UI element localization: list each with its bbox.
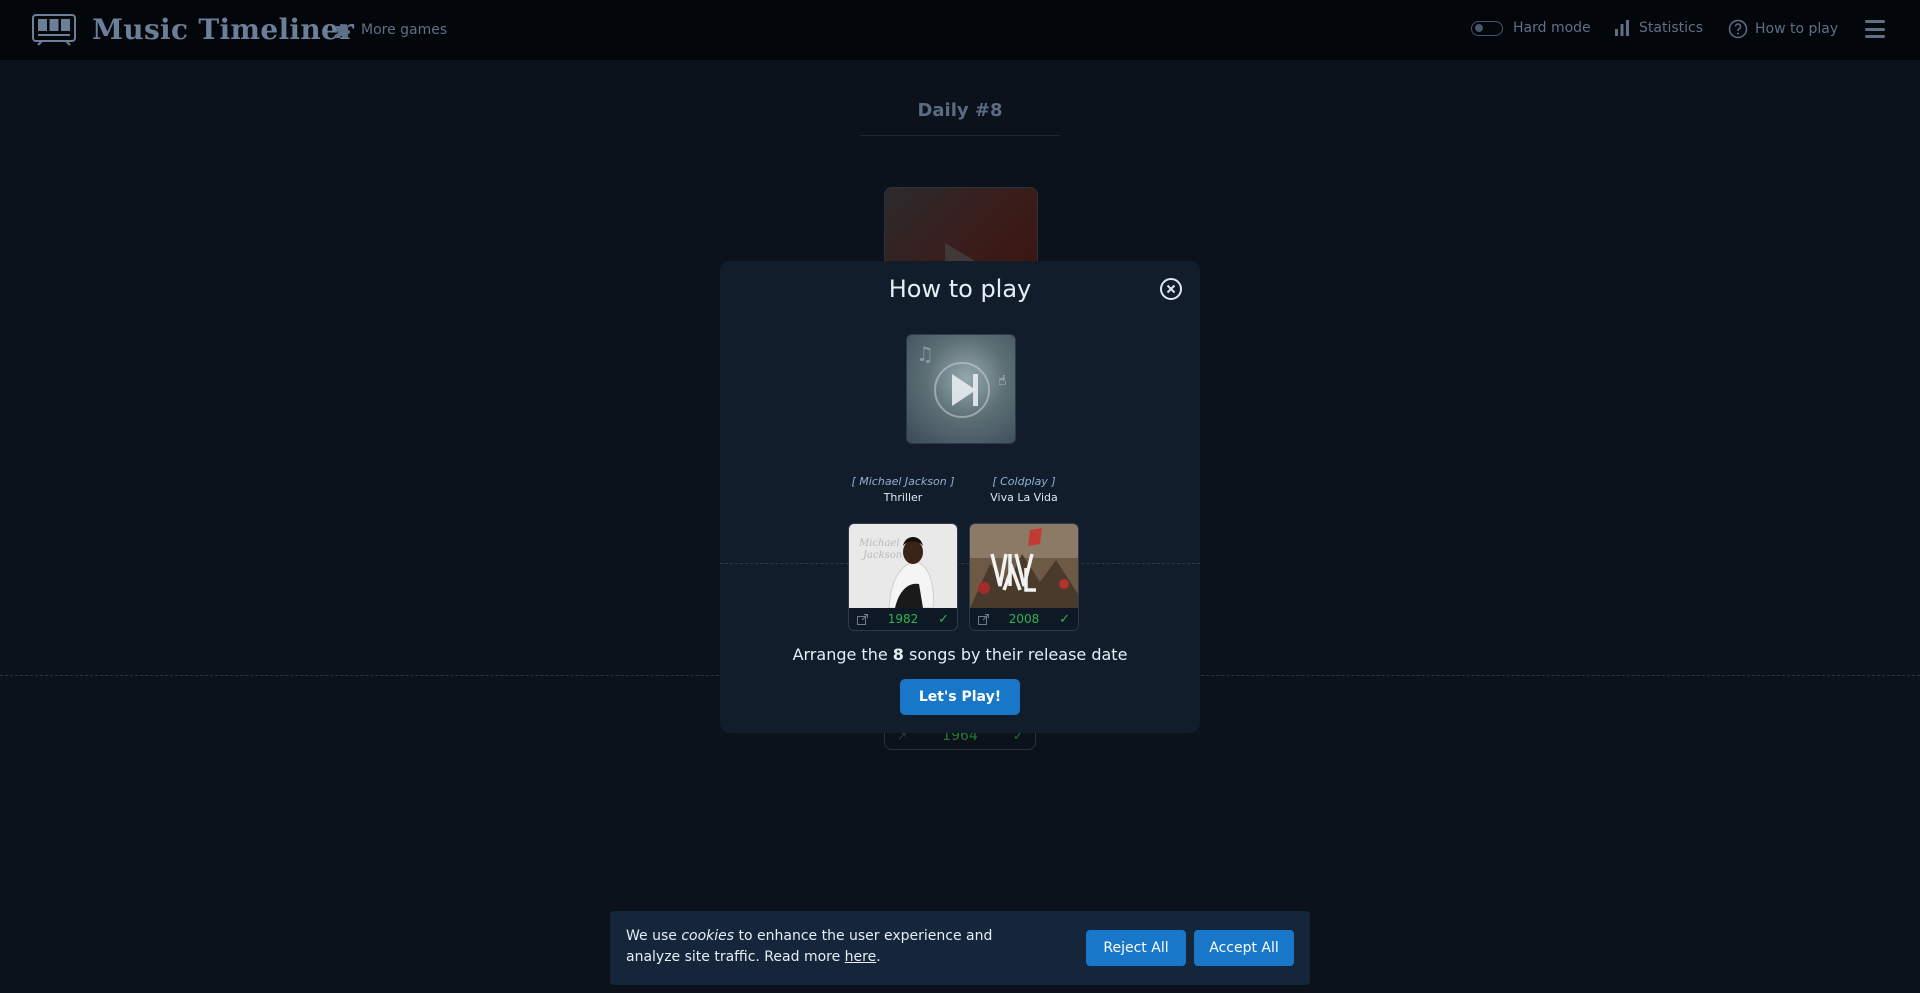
app-title[interactable]: Music Timeliner — [92, 13, 354, 46]
song-footer: 1982 ✓ — [849, 608, 957, 630]
more-games-label: More games — [361, 22, 448, 38]
external-link-icon[interactable] — [857, 613, 868, 625]
top-navbar: Music Timeliner More games Hard mode Sta… — [0, 0, 1920, 60]
statistics-link[interactable]: Statistics — [1613, 19, 1703, 37]
play-icon — [934, 362, 990, 418]
svg-text:Jackson: Jackson — [861, 550, 902, 561]
app-logo-icon[interactable] — [32, 14, 76, 46]
song-year: 2008 — [1008, 612, 1040, 626]
statistics-label: Statistics — [1639, 20, 1703, 36]
lets-play-button[interactable]: Let's Play! — [900, 679, 1020, 715]
daily-divider — [860, 135, 1060, 136]
album-cover-image — [970, 524, 1078, 608]
song-count: 8 — [892, 645, 904, 664]
help-circle-icon — [1728, 19, 1748, 39]
pointer-cursor-icon: ☝ — [998, 373, 1007, 389]
song-year: 1982 — [887, 612, 919, 626]
album-cover-image: Michael Jackson — [849, 524, 957, 608]
reject-all-button[interactable]: Reject All — [1086, 930, 1186, 966]
cookie-text: We use cookies to enhance the user exper… — [626, 928, 993, 965]
song-card[interactable]: 2008 ✓ — [969, 523, 1079, 631]
daily-label: Daily #8 — [917, 100, 1003, 121]
check-icon: ✓ — [938, 611, 949, 627]
accept-all-button[interactable]: Accept All — [1194, 930, 1294, 966]
timeline-line — [720, 563, 1200, 564]
instructions-text: Arrange the 8 songs by their release dat… — [792, 645, 1128, 664]
song-card[interactable]: Michael Jackson 1982 ✓ — [848, 523, 958, 631]
external-link-icon[interactable] — [978, 613, 989, 625]
song-title: Viva La Vida — [990, 491, 1058, 504]
toggle-switch[interactable] — [1471, 20, 1503, 36]
puzzle-icon — [336, 24, 350, 38]
song-title: Thriller — [883, 491, 923, 504]
hard-mode-label: Hard mode — [1513, 20, 1591, 36]
svg-text:Michael: Michael — [858, 538, 900, 549]
cookie-banner: We use cookies to enhance the user exper… — [610, 911, 1310, 985]
bar-chart-icon — [1615, 20, 1629, 36]
song-item: [ Michael Jackson ] Thriller Michael Jac… — [848, 475, 958, 631]
hamburger-icon[interactable] — [1865, 20, 1885, 38]
toggle-knob — [1475, 24, 1483, 32]
song-footer: 2008 ✓ — [970, 608, 1078, 630]
current-song-card[interactable] — [884, 187, 1038, 268]
how-to-play-modal: How to play ♫ ☝ [ Michael Jackson ] Thri… — [720, 261, 1200, 733]
cookie-policy-link[interactable]: here — [845, 949, 877, 965]
check-icon: ✓ — [1059, 611, 1070, 627]
audio-player-button[interactable]: ♫ — [906, 334, 1016, 444]
song-artist: [ Coldplay ] — [992, 475, 1056, 488]
close-icon[interactable] — [1159, 277, 1183, 301]
how-to-play-link[interactable]: How to play — [1728, 19, 1838, 39]
modal-title: How to play — [888, 275, 1032, 303]
song-item: [ Coldplay ] Viva La Vida 2008 ✓ — [969, 475, 1079, 631]
hard-mode-toggle[interactable]: Hard mode — [1471, 20, 1591, 36]
more-games-link[interactable]: More games — [333, 20, 447, 40]
how-to-play-label: How to play — [1755, 21, 1839, 37]
song-artist: [ Michael Jackson ] — [851, 475, 955, 488]
